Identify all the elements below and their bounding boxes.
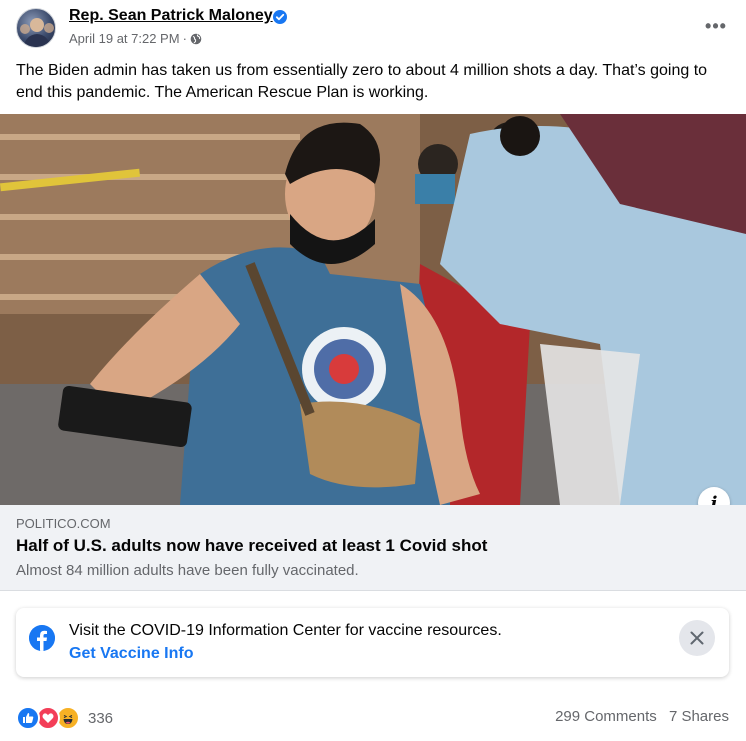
close-button[interactable]: [679, 620, 715, 656]
author-name[interactable]: Rep. Sean Patrick Maloney: [69, 7, 273, 25]
post-photo[interactable]: [0, 114, 746, 505]
covid-info-text: Visit the COVID-19 Information Center fo…: [69, 622, 502, 639]
facebook-icon: [29, 625, 55, 651]
post-text: The Biden admin has taken us from essent…: [16, 62, 708, 101]
meta-separator: ·: [182, 31, 187, 46]
reaction-count[interactable]: 336: [88, 710, 113, 727]
reaction-summary[interactable]: 336: [16, 706, 113, 730]
covid-info-card: Visit the COVID-19 Information Center fo…: [16, 608, 729, 677]
close-icon: [690, 631, 704, 645]
engagement-counts: 299 Comments 7 Shares: [555, 708, 729, 725]
facebook-post: Rep. Sean Patrick Maloney April 19 at 7:…: [0, 0, 746, 741]
link-title[interactable]: Half of U.S. adults now have received at…: [16, 536, 487, 556]
shares-count[interactable]: 7 Shares: [669, 708, 729, 725]
link-preview[interactable]: POLITICO.COM Half of U.S. adults now hav…: [0, 505, 746, 591]
vaccination-photo: [0, 114, 746, 505]
verified-badge-icon: [273, 10, 287, 24]
link-domain: POLITICO.COM: [16, 516, 111, 531]
author-avatar[interactable]: [16, 8, 56, 48]
more-options-button[interactable]: •••: [704, 14, 728, 38]
link-subtitle: Almost 84 million adults have been fully…: [16, 562, 359, 579]
post-meta: April 19 at 7:22 PM ·: [69, 31, 202, 46]
post-timestamp[interactable]: April 19 at 7:22 PM: [69, 31, 180, 46]
globe-icon[interactable]: [190, 33, 202, 45]
comments-count[interactable]: 299 Comments: [555, 708, 657, 725]
get-vaccine-info-link[interactable]: Get Vaccine Info: [69, 645, 193, 663]
like-icon: [16, 706, 40, 730]
